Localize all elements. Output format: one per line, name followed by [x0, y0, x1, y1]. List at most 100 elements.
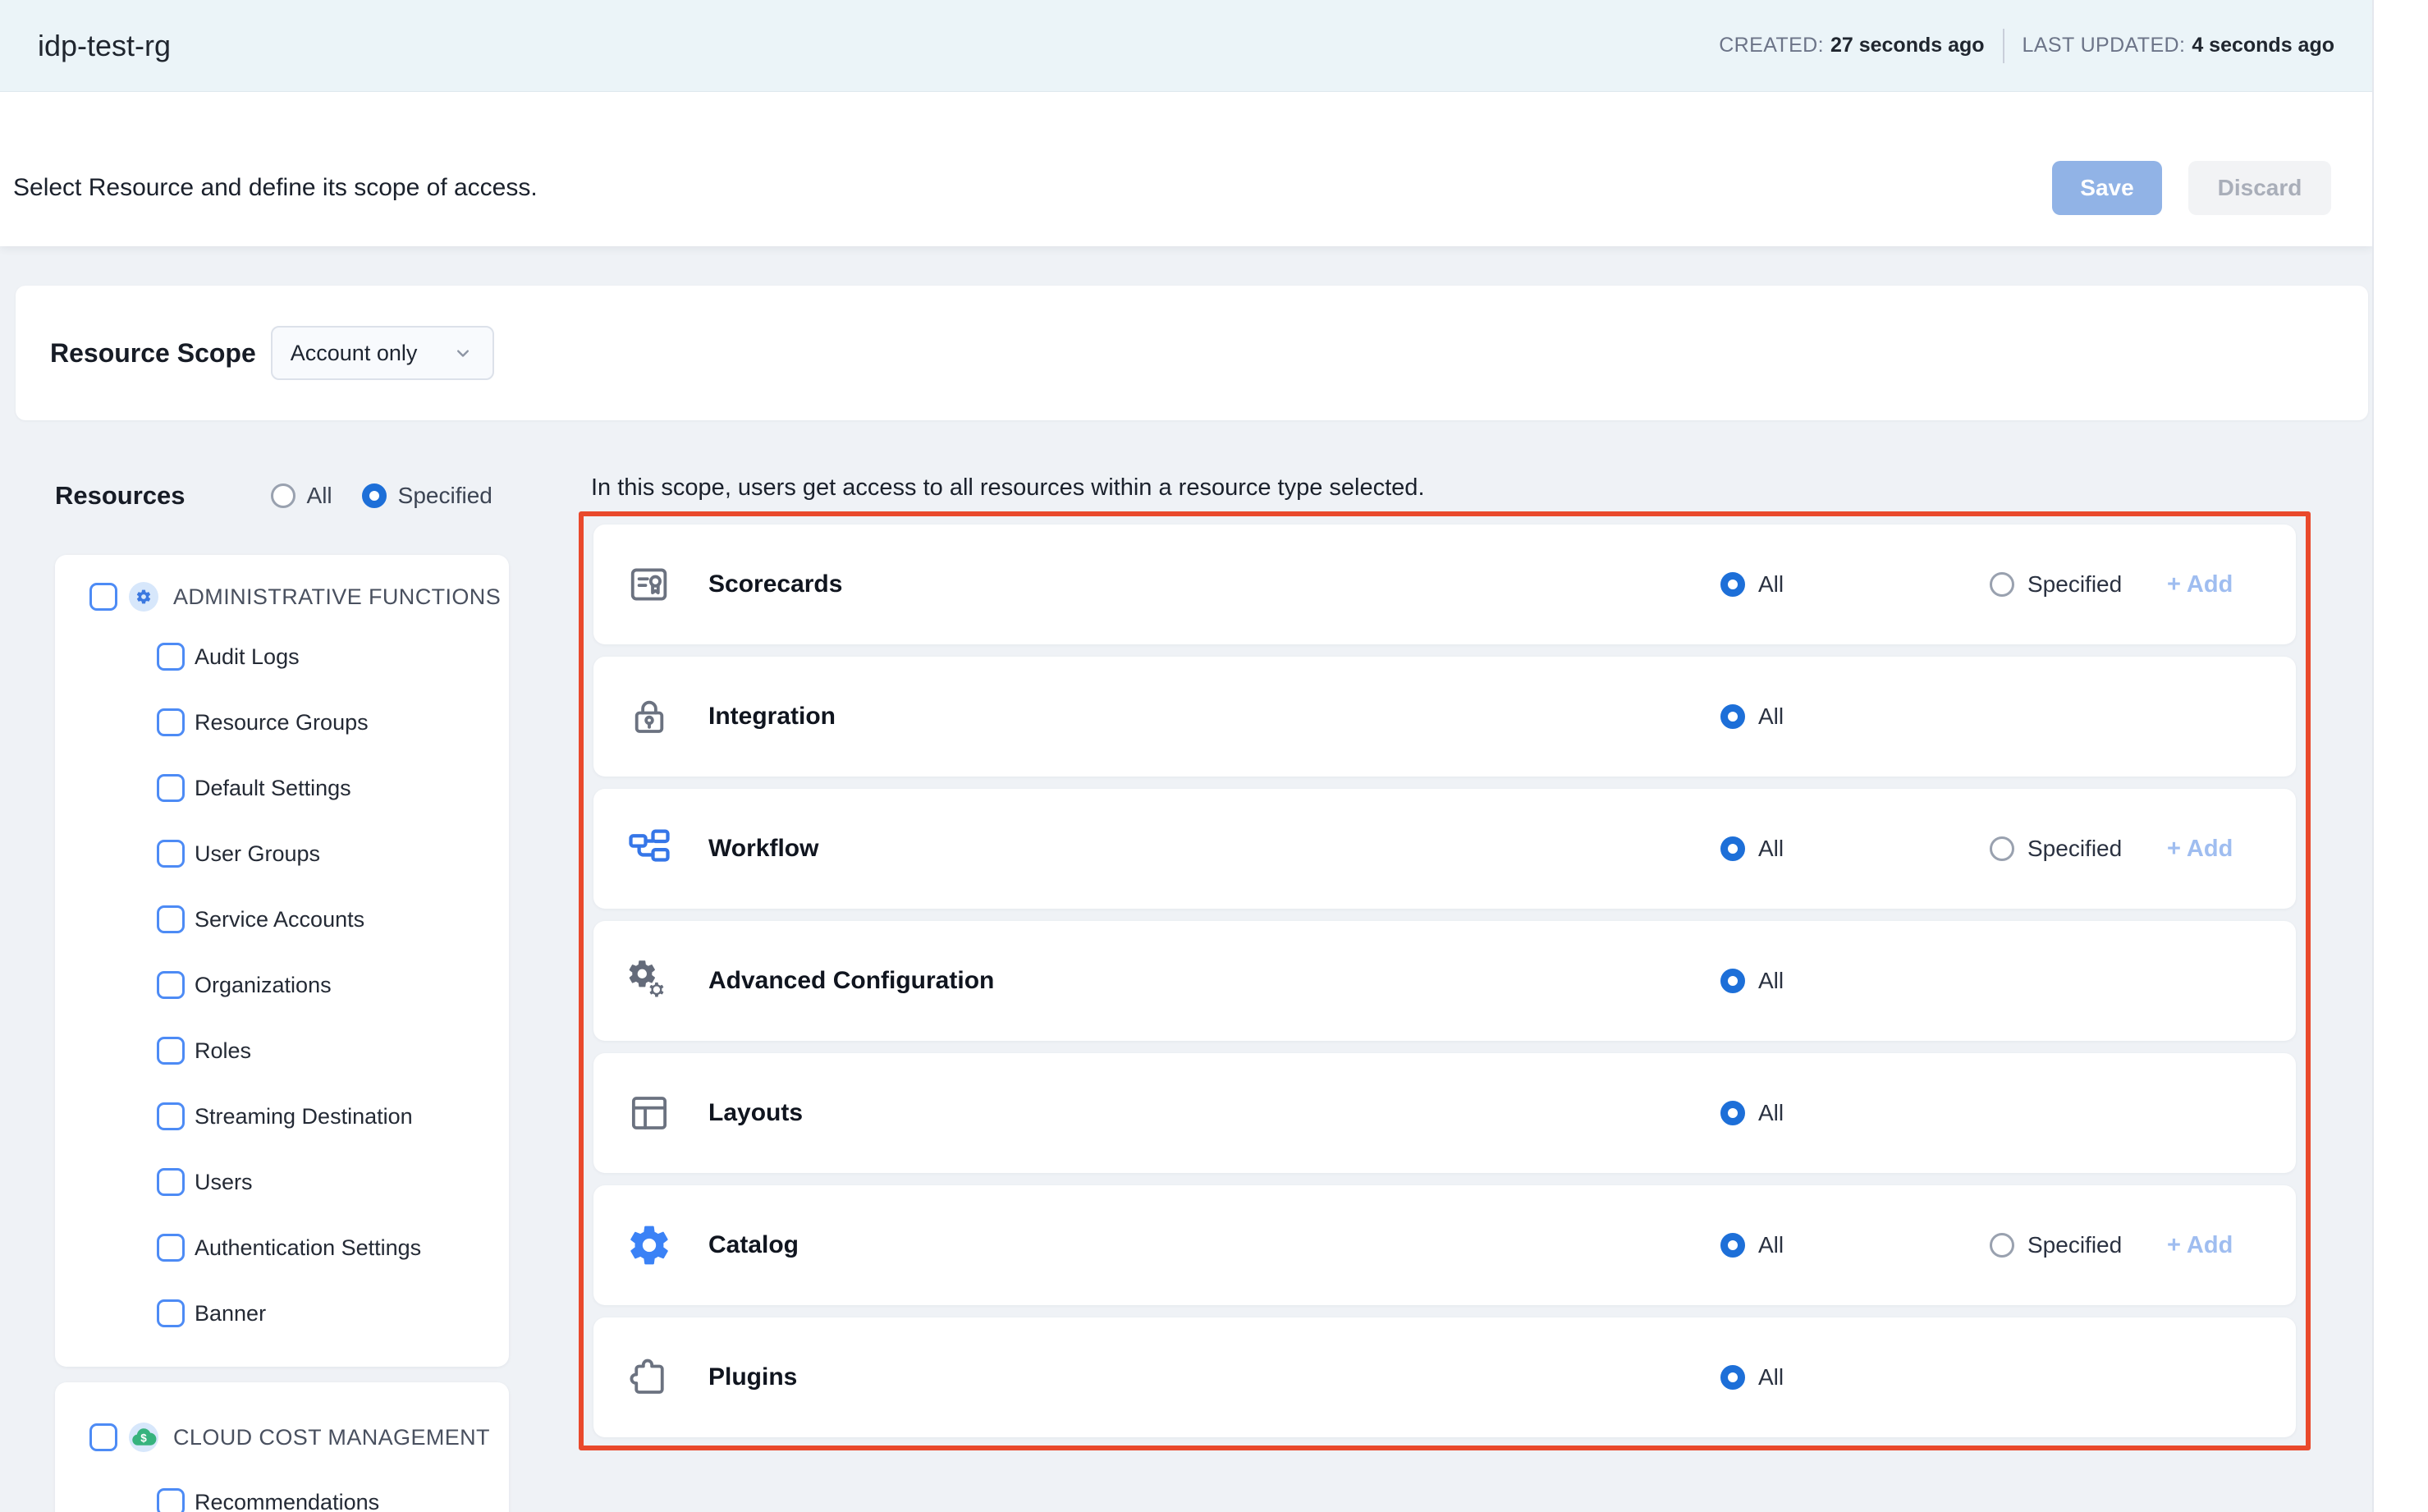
all-radio[interactable] — [1720, 969, 1745, 993]
item-checkbox[interactable] — [157, 1488, 185, 1512]
scope-description: In this scope, users get access to all r… — [591, 474, 1425, 502]
last-updated-label: LAST UPDATED: — [2023, 34, 2186, 57]
resource-group-header: ADMINISTRATIVE FUNCTIONS — [55, 574, 509, 620]
main-content-area: idp-test-rg CREATED: 27 seconds ago LAST … — [0, 0, 2372, 1512]
resource-tree-item: Default Settings — [55, 765, 509, 811]
all-option: All — [1720, 1364, 1784, 1391]
resource-scope-dropdown[interactable]: Account only — [271, 326, 494, 380]
resource-tree-item: User Groups — [55, 831, 509, 877]
resource-tree-item: Roles — [55, 1028, 509, 1074]
add-button[interactable]: + Add — [2167, 836, 2233, 863]
resource-type-label: Plugins — [708, 1363, 797, 1391]
all-radio-label[interactable]: All — [1758, 1364, 1784, 1391]
item-label: User Groups — [195, 841, 320, 867]
resource-scope-dropdown-value: Account only — [291, 341, 418, 366]
last-updated-value: 4 seconds ago — [2192, 34, 2334, 57]
item-label: Streaming Destination — [195, 1104, 413, 1129]
toolbar-buttons: Save Discard — [2052, 161, 2331, 215]
item-checkbox[interactable] — [157, 905, 185, 933]
all-radio[interactable] — [1720, 1233, 1745, 1258]
resource-types-highlight-box: Scorecards All Specified + Add IntegrationAl… — [579, 511, 2311, 1450]
group-checkbox[interactable] — [89, 1423, 117, 1451]
all-radio-label[interactable]: All — [1758, 1100, 1784, 1126]
specified-radio-label[interactable]: Specified — [2027, 571, 2122, 598]
discard-button[interactable]: Discard — [2188, 161, 2331, 215]
resources-tree-card-administrative: ADMINISTRATIVE FUNCTIONS Audit Logs Resour… — [55, 555, 509, 1367]
add-button[interactable]: + Add — [2167, 571, 2233, 598]
all-radio[interactable] — [1720, 572, 1745, 597]
all-radio-label[interactable]: All — [1758, 968, 1784, 994]
specified-radio-label[interactable]: Specified — [2027, 1232, 2122, 1258]
resources-all-radio[interactable] — [271, 483, 295, 508]
all-radio-label[interactable]: All — [1758, 571, 1784, 598]
all-option: All — [1720, 703, 1784, 730]
specified-option: Specified — [1990, 571, 2122, 598]
item-label: Resource Groups — [195, 710, 369, 735]
item-label: Users — [195, 1170, 253, 1195]
resource-tree-item: Organizations — [55, 962, 509, 1008]
specified-radio[interactable] — [1990, 836, 2014, 861]
resources-title: Resources — [55, 481, 186, 511]
resource-tree-item: Streaming Destination — [55, 1093, 509, 1139]
all-option: All — [1720, 571, 1784, 598]
resource-type-label: Scorecards — [708, 570, 842, 598]
item-checkbox[interactable] — [157, 1234, 185, 1262]
resources-header: Resources All Specified — [55, 473, 509, 519]
item-checkbox[interactable] — [157, 840, 185, 868]
page-title: idp-test-rg — [38, 29, 171, 63]
resource-scope-card: Resource Scope Account only — [16, 286, 2368, 420]
save-button[interactable]: Save — [2052, 161, 2162, 215]
svg-text:$: $ — [140, 1432, 147, 1444]
item-checkbox[interactable] — [157, 1037, 185, 1065]
specified-option: Specified — [1990, 836, 2122, 862]
group-label: ADMINISTRATIVE FUNCTIONS — [173, 584, 501, 610]
resources-specified-label[interactable]: Specified — [398, 483, 492, 509]
item-label: Audit Logs — [195, 644, 300, 670]
created-value: 27 seconds ago — [1830, 34, 1985, 57]
resource-type-row: Advanced ConfigurationAll — [593, 921, 2296, 1041]
add-button[interactable]: + Add — [2167, 1232, 2233, 1259]
resource-type-label: Layouts — [708, 1099, 803, 1127]
resource-tree-item: Recommendations — [55, 1479, 509, 1512]
all-option: All — [1720, 968, 1784, 994]
resource-tree-item: Users — [55, 1159, 509, 1205]
item-checkbox[interactable] — [157, 1299, 185, 1327]
all-radio[interactable] — [1720, 1365, 1745, 1390]
item-checkbox[interactable] — [157, 774, 185, 802]
all-radio[interactable] — [1720, 704, 1745, 729]
resource-tree-item: Service Accounts — [55, 896, 509, 942]
workflow-icon — [626, 826, 672, 872]
item-checkbox[interactable] — [157, 1102, 185, 1130]
resource-type-row: Plugins All — [593, 1317, 2296, 1437]
all-radio-label[interactable]: All — [1758, 703, 1784, 730]
instruction-text: Select Resource and define its scope of … — [13, 174, 538, 202]
item-checkbox[interactable] — [157, 643, 185, 671]
created-label: CREATED: — [1719, 34, 1824, 57]
layouts-icon — [626, 1090, 672, 1136]
all-radio-label[interactable]: All — [1758, 1232, 1784, 1258]
last-updated-text: LAST UPDATED: 4 seconds ago — [2023, 34, 2334, 57]
specified-option: Specified — [1990, 1232, 2122, 1258]
scorecards-icon — [626, 561, 672, 607]
resource-type-row: Catalog All Specified + Add — [593, 1185, 2296, 1305]
all-radio[interactable] — [1720, 836, 1745, 861]
specified-radio[interactable] — [1990, 1233, 2014, 1258]
resources-specified-radio[interactable] — [362, 483, 387, 508]
resource-type-label: Catalog — [708, 1231, 799, 1259]
meta-divider — [2003, 29, 2004, 63]
item-checkbox[interactable] — [157, 708, 185, 736]
advanced-configuration-gears-icon — [626, 958, 672, 1004]
item-checkbox[interactable] — [157, 1168, 185, 1196]
resource-type-row: IntegrationAll — [593, 657, 2296, 777]
item-label: Roles — [195, 1038, 251, 1064]
resource-type-row: Scorecards All Specified + Add — [593, 525, 2296, 644]
group-checkbox[interactable] — [89, 583, 117, 611]
all-radio-label[interactable]: All — [1758, 836, 1784, 862]
integration-lock-icon — [626, 694, 672, 740]
item-checkbox[interactable] — [157, 971, 185, 999]
specified-radio-label[interactable]: Specified — [2027, 836, 2122, 862]
all-option: All — [1720, 1100, 1784, 1126]
all-radio[interactable] — [1720, 1101, 1745, 1125]
specified-radio[interactable] — [1990, 572, 2014, 597]
resources-all-label[interactable]: All — [307, 483, 332, 509]
